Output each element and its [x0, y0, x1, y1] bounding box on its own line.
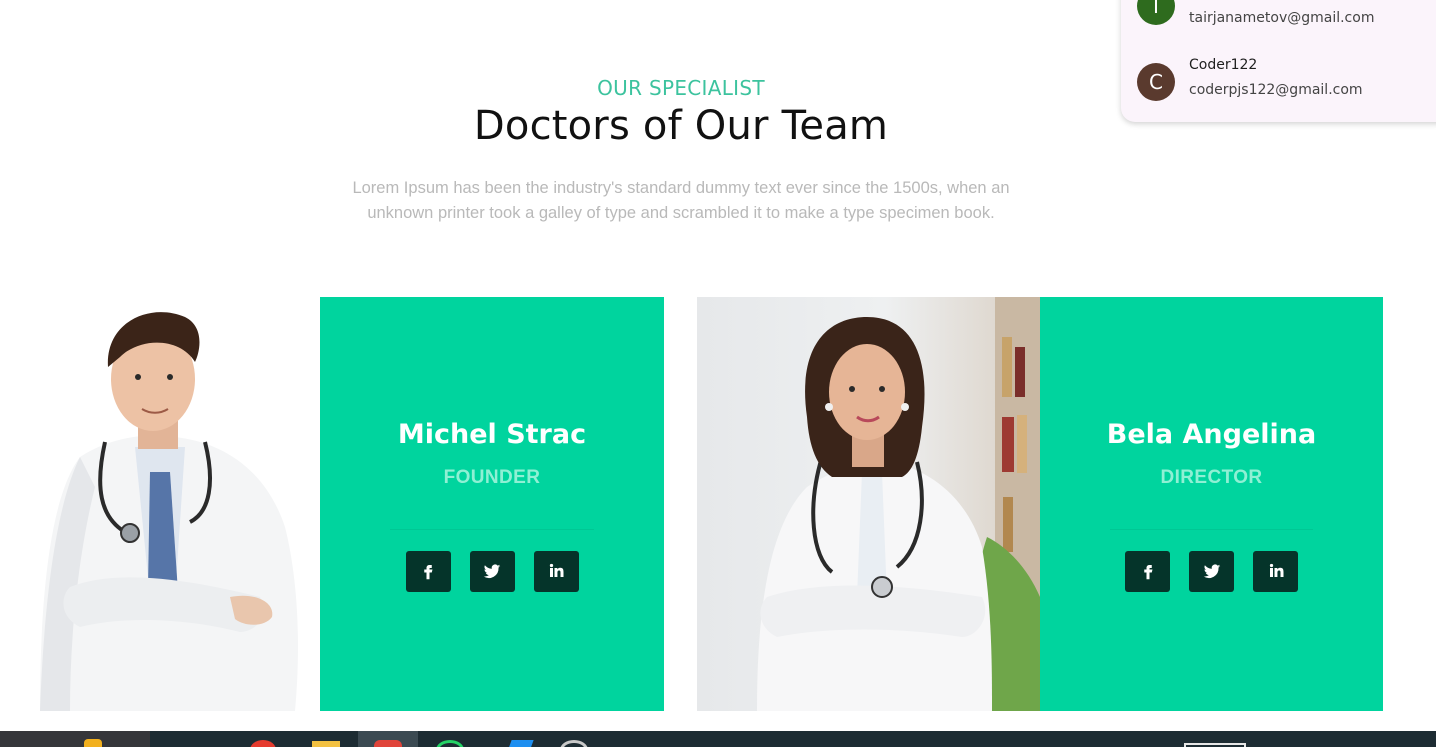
vscode-icon[interactable] [504, 740, 534, 747]
doctor-photo [0, 297, 320, 711]
female-doctor-image [757, 297, 1040, 711]
taskbar-weather-widget[interactable] [0, 731, 150, 747]
doctor-role: FOUNDER [443, 467, 541, 488]
twitter-button[interactable] [469, 551, 515, 592]
facebook-button[interactable] [1125, 551, 1170, 592]
doctor-name: Bela Angelina [1106, 419, 1317, 450]
facebook-icon [424, 565, 433, 580]
weather-icon [84, 739, 102, 747]
chrome-icon[interactable] [250, 740, 276, 747]
doctor-card-bela: Bela Angelina DIRECTOR [697, 297, 1383, 711]
account-email: tairjanametov@gmail.com [1189, 10, 1375, 26]
description-line-1: Lorem Ipsum has been the industry's stan… [352, 179, 1010, 197]
twitter-button[interactable] [1189, 551, 1234, 592]
doctor-role: DIRECTOR [1160, 467, 1263, 488]
account-avatar: T [1137, 0, 1175, 25]
doctor-info-panel: Michel Strac FOUNDER [320, 297, 664, 711]
divider [390, 529, 594, 530]
account-avatar: C [1137, 63, 1175, 101]
linkedin-button[interactable] [1253, 551, 1298, 592]
doctor-card-michel: Michel Strac FOUNDER [0, 297, 664, 711]
facebook-button[interactable] [405, 551, 451, 592]
doctor-info-panel: Bela Angelina DIRECTOR [1040, 297, 1383, 711]
linkedin-icon [549, 563, 564, 577]
account-name: Coder122 [1189, 57, 1258, 73]
app-icon[interactable] [374, 740, 402, 747]
account-item[interactable]: C Coder122 coderpjs122@gmail.com [1137, 57, 1436, 101]
os-taskbar [0, 731, 1436, 747]
twitter-icon [1203, 564, 1220, 578]
linkedin-button[interactable] [533, 551, 579, 592]
file-explorer-icon[interactable] [312, 741, 340, 747]
account-email: coderpjs122@gmail.com [1189, 82, 1363, 98]
app-circle-icon[interactable] [560, 740, 588, 747]
doctor-photo [697, 297, 1040, 711]
linkedin-icon [1269, 563, 1283, 577]
facebook-icon [1143, 565, 1152, 580]
divider [1110, 529, 1313, 530]
section-description: Lorem Ipsum has been the industry's stan… [318, 176, 1044, 226]
account-item[interactable]: T tairjanametov@gmail.com [1137, 0, 1436, 30]
account-chooser-popup: T tairjanametov@gmail.com C Coder122 cod… [1121, 0, 1436, 122]
male-doctor-image [40, 312, 298, 711]
language-indicator[interactable] [1184, 743, 1246, 747]
social-links [1040, 551, 1383, 592]
doctor-name: Michel Strac [397, 419, 587, 450]
social-links [320, 551, 664, 592]
description-line-2: unknown printer took a galley of type an… [367, 204, 995, 222]
whatsapp-icon[interactable] [436, 740, 464, 747]
twitter-icon [483, 564, 501, 578]
